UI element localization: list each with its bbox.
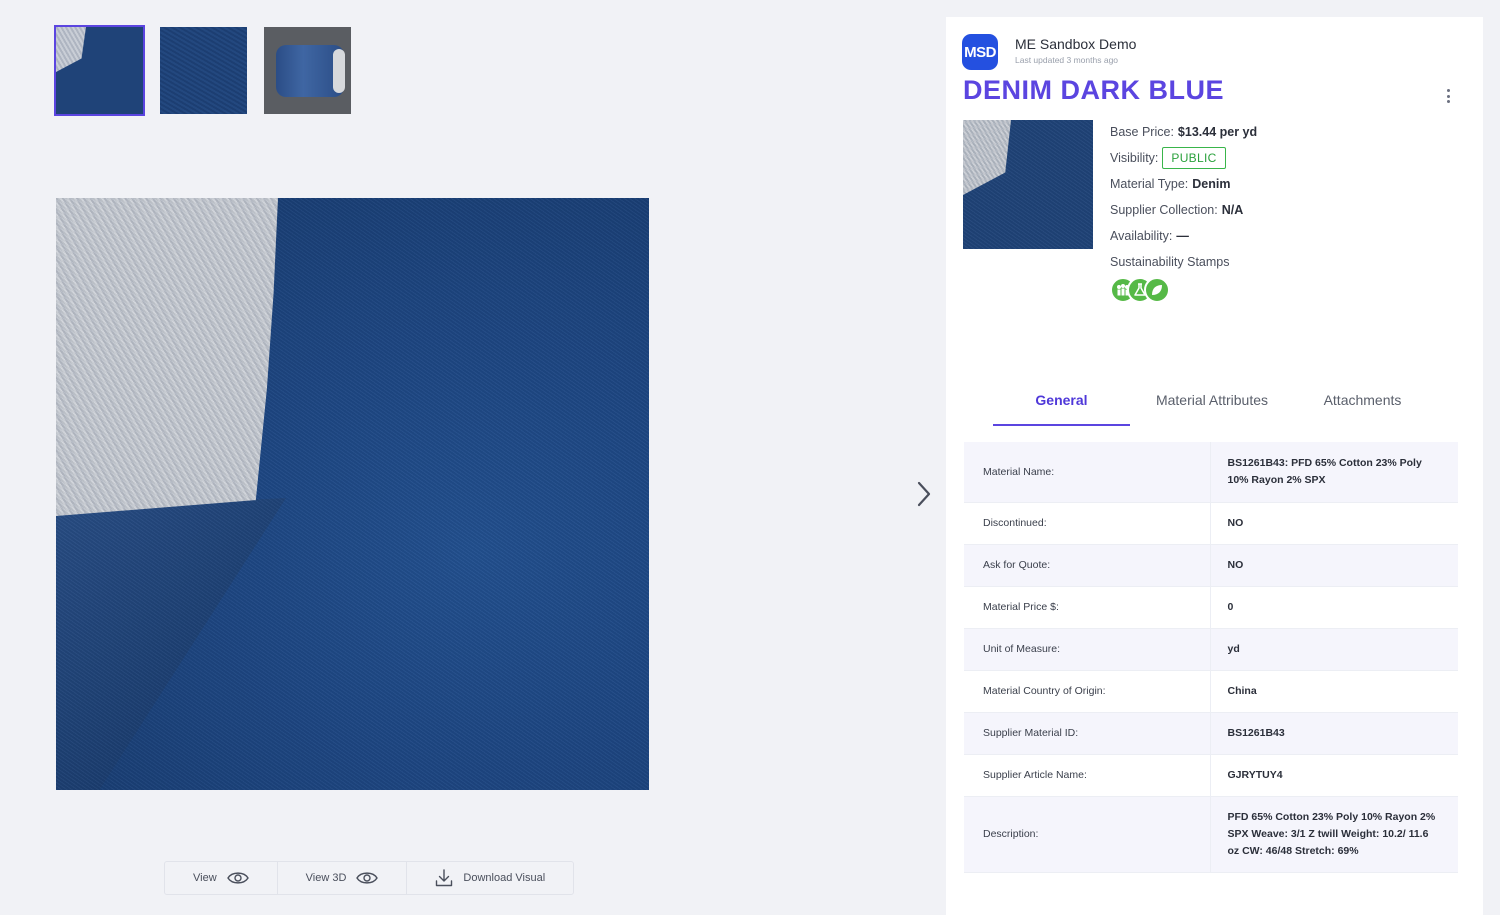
download-icon	[436, 869, 453, 887]
row-value: yd	[1210, 628, 1458, 671]
row-label: Supplier Material ID:	[964, 712, 1211, 755]
table-row: Material Country of Origin: China	[964, 670, 1458, 713]
sustainability-stamps	[1110, 277, 1257, 303]
sustainability-label: Sustainability Stamps	[1110, 255, 1230, 269]
more-options-button[interactable]	[1441, 87, 1455, 105]
table-row: Unit of Measure: yd	[964, 628, 1458, 671]
view-3d-label: View 3D	[305, 872, 347, 884]
row-value: NO	[1210, 502, 1458, 545]
row-label: Discontinued:	[964, 502, 1211, 545]
row-label: Material Name:	[964, 442, 1211, 503]
tab-attachments[interactable]: Attachments	[1294, 387, 1431, 426]
denim-texture	[56, 198, 649, 790]
org-name: ME Sandbox Demo	[1015, 36, 1137, 52]
download-visual-button[interactable]: Download Visual	[407, 862, 573, 894]
general-attributes-table: Material Name: BS1261B43: PFD 65% Cotton…	[964, 442, 1458, 873]
table-row: Discontinued: NO	[964, 502, 1458, 545]
row-value: GJRYTUY4	[1210, 754, 1458, 797]
thumbnail-strip	[54, 25, 351, 116]
thumbnail-3[interactable]	[264, 27, 351, 114]
row-label: Ask for Quote:	[964, 544, 1211, 587]
row-value: BS1261B43: PFD 65% Cotton 23% Poly 10% R…	[1210, 442, 1458, 503]
base-price: Base Price: $13.44 per yd	[1110, 119, 1257, 145]
eye-icon	[356, 872, 379, 884]
material-swatch	[963, 120, 1093, 249]
table-row: Description: PFD 65% Cotton 23% Poly 10%…	[964, 796, 1458, 873]
row-value: 0	[1210, 586, 1458, 629]
tab-general[interactable]: General	[993, 387, 1130, 426]
view-button[interactable]: View	[165, 862, 278, 894]
fabric-roll-end	[333, 49, 345, 93]
row-label: Unit of Measure:	[964, 628, 1211, 671]
table-row: Material Price $: 0	[964, 586, 1458, 629]
material-type-label: Material Type:	[1110, 177, 1189, 191]
supplier-collection-value: N/A	[1221, 203, 1244, 217]
eye-icon	[226, 872, 249, 884]
visibility-badge: PUBLIC	[1162, 147, 1226, 169]
detail-tabs: General Material Attributes Attachments	[993, 387, 1431, 426]
row-label: Description:	[964, 796, 1211, 873]
next-image-button[interactable]	[910, 478, 938, 510]
tab-material-attributes[interactable]: Material Attributes	[1130, 387, 1294, 426]
chevron-right-icon	[917, 481, 931, 507]
fold-swatch-image	[56, 27, 86, 72]
leaf-glyph	[1152, 285, 1162, 295]
image-action-bar: View View 3D Download Visual	[164, 861, 575, 895]
sustainability-stamps-heading: Sustainability Stamps	[1110, 249, 1257, 275]
view-3d-button[interactable]: View 3D	[278, 862, 408, 894]
main-material-image	[56, 198, 649, 790]
table-row: Supplier Material ID: BS1261B43	[964, 712, 1458, 755]
material-summary: Base Price: $13.44 per yd Visibility: PU…	[1110, 119, 1257, 303]
last-updated: Last updated 3 months ago	[1015, 55, 1119, 65]
visibility-label: Visibility:	[1110, 151, 1159, 165]
row-value: BS1261B43	[1210, 712, 1458, 755]
supplier-collection-label: Supplier Collection:	[1110, 203, 1218, 217]
visibility: Visibility: PUBLIC	[1110, 145, 1257, 171]
row-value: China	[1210, 670, 1458, 713]
material-type: Material Type: Denim	[1110, 171, 1257, 197]
thumbnail-2[interactable]	[160, 27, 247, 114]
org-logo: MSD	[962, 34, 998, 70]
row-label: Material Country of Origin:	[964, 670, 1211, 713]
row-value: NO	[1210, 544, 1458, 587]
availability: Availability: —	[1110, 223, 1257, 249]
leaf-icon[interactable]	[1144, 277, 1170, 303]
thumbnail-1[interactable]	[54, 25, 145, 116]
availability-label: Availability:	[1110, 229, 1173, 243]
table-row: Ask for Quote: NO	[964, 544, 1458, 587]
row-label: Supplier Article Name:	[964, 754, 1211, 797]
view-label: View	[193, 872, 217, 884]
availability-value: —	[1176, 229, 1189, 243]
row-value: PFD 65% Cotton 23% Poly 10% Rayon 2% SPX…	[1210, 796, 1458, 873]
download-visual-label: Download Visual	[463, 872, 546, 884]
table-row: Supplier Article Name: GJRYTUY4	[964, 754, 1458, 797]
material-type-value: Denim	[1192, 177, 1231, 191]
supplier-collection: Supplier Collection: N/A	[1110, 197, 1257, 223]
table-row: Material Name: BS1261B43: PFD 65% Cotton…	[964, 442, 1458, 503]
base-price-label: Base Price:	[1110, 125, 1174, 139]
row-label: Material Price $:	[964, 586, 1211, 629]
material-title: DENIM DARK BLUE	[963, 75, 1224, 105]
swatch-texture	[963, 120, 1093, 249]
material-detail-panel: MSD ME Sandbox Demo Last updated 3 month…	[946, 17, 1483, 915]
base-price-value: $13.44 per yd	[1177, 125, 1258, 139]
